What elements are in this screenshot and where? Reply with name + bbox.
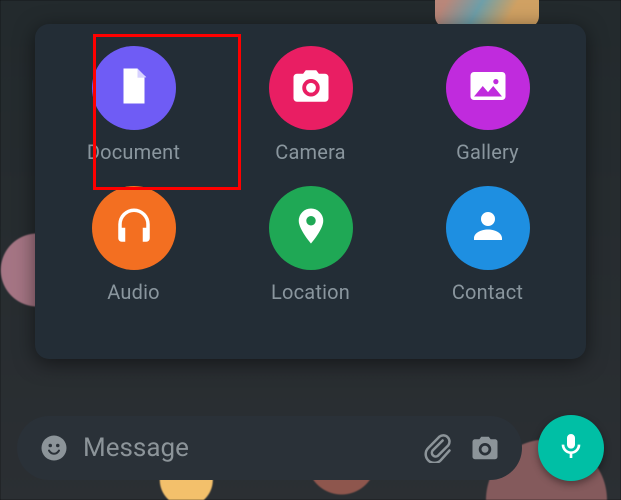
attach-document-label: Document xyxy=(87,140,180,164)
attach-location-label: Location xyxy=(271,280,350,304)
microphone-icon xyxy=(555,430,587,466)
attach-location-circle xyxy=(269,186,353,270)
emoji-button[interactable] xyxy=(39,433,69,463)
attach-contact-label: Contact xyxy=(452,280,523,304)
attach-audio-circle xyxy=(92,186,176,270)
headphones-icon xyxy=(113,205,155,251)
attach-document-circle xyxy=(92,46,176,130)
attach-audio-button[interactable]: Audio xyxy=(45,186,222,304)
attachment-button[interactable] xyxy=(422,433,452,463)
attach-gallery-label: Gallery xyxy=(456,140,519,164)
camera-button[interactable] xyxy=(470,433,500,463)
attach-contact-button[interactable]: Contact xyxy=(399,186,576,304)
document-icon xyxy=(113,65,155,111)
voice-record-button[interactable] xyxy=(538,415,604,481)
attach-contact-circle xyxy=(446,186,530,270)
attach-camera-label: Camera xyxy=(275,140,346,164)
message-input[interactable]: Message xyxy=(83,433,422,463)
attach-gallery-button[interactable]: Gallery xyxy=(399,46,576,164)
message-input-bar: Message xyxy=(17,416,522,480)
person-icon xyxy=(467,205,509,251)
attach-location-button[interactable]: Location xyxy=(222,186,399,304)
attach-camera-button[interactable]: Camera xyxy=(222,46,399,164)
bottom-bar: Message xyxy=(17,416,604,480)
attach-gallery-circle xyxy=(446,46,530,130)
location-pin-icon xyxy=(290,205,332,251)
attach-camera-circle xyxy=(269,46,353,130)
gallery-icon xyxy=(467,65,509,111)
camera-icon xyxy=(290,65,332,111)
attach-audio-label: Audio xyxy=(107,280,160,304)
attachment-panel: Document Camera Gallery xyxy=(35,24,586,359)
attach-document-button[interactable]: Document xyxy=(45,46,222,164)
